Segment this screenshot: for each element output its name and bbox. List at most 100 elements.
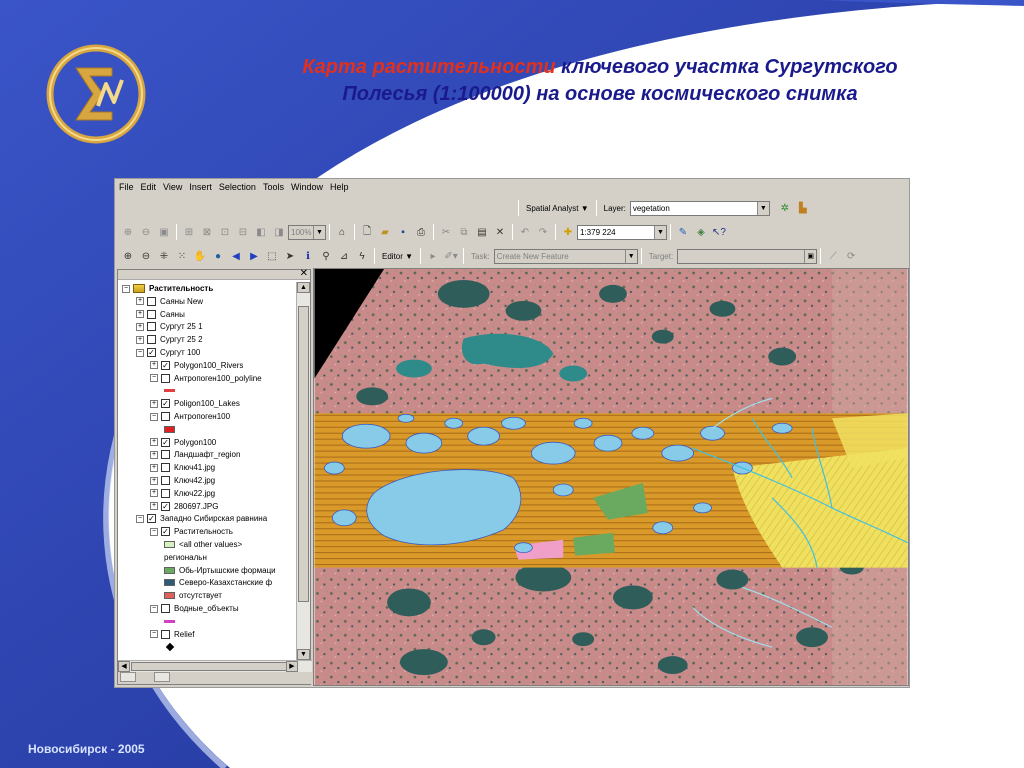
save-icon[interactable]: ▪ — [396, 225, 410, 239]
toc-horizontal-scrollbar[interactable]: ◀ ▶ — [118, 660, 312, 672]
fixed-zoom-in-icon[interactable]: ⁜ — [157, 249, 171, 263]
toggle-draft-icon[interactable]: ⌂ — [335, 225, 349, 239]
toc-row[interactable]: + Ключ42.jpg — [150, 474, 215, 487]
toc-row[interactable]: + Саяны — [136, 308, 185, 321]
fixed-zoom-out-icon[interactable]: ⁙ — [175, 249, 189, 263]
menu-window[interactable]: Window — [291, 182, 323, 192]
redo-icon[interactable]: ↷ — [536, 225, 550, 239]
toc-row[interactable]: + Ключ41.jpg — [150, 461, 215, 474]
toc-row[interactable]: − Растительность — [122, 282, 213, 295]
target-select[interactable]: ▣ — [677, 248, 818, 264]
menu-edit[interactable]: Edit — [141, 182, 157, 192]
toc-row[interactable]: − Водные_объекты — [150, 602, 239, 615]
toc-row[interactable]: + Сургут 25 2 — [136, 333, 203, 346]
menu-selection[interactable]: Selection — [219, 182, 256, 192]
layer-visibility-checkbox[interactable] — [161, 476, 170, 485]
editor-toolbar-icon[interactable]: ✎ — [676, 225, 690, 239]
expand-icon[interactable]: + — [150, 438, 158, 447]
toc-row[interactable]: − Relief — [150, 628, 194, 641]
select-features-icon[interactable]: ⬚ — [265, 249, 279, 263]
full-extent-icon[interactable]: ● — [211, 249, 225, 263]
measure-icon[interactable]: ⊿ — [337, 249, 351, 263]
layer-visibility-checkbox[interactable] — [147, 309, 156, 319]
menu-tools[interactable]: Tools — [263, 182, 284, 192]
expand-icon[interactable]: + — [150, 450, 158, 459]
layer-visibility-checkbox[interactable]: ✓ — [161, 399, 170, 409]
hyperlink-icon[interactable]: ϟ — [355, 249, 369, 263]
edit-tool-icon[interactable]: ▸ — [426, 249, 440, 263]
delete-icon[interactable]: ✕ — [493, 225, 507, 239]
layer-visibility-checkbox[interactable] — [147, 322, 156, 332]
toc-row[interactable]: региональн — [164, 551, 207, 564]
select-elements-icon[interactable]: ➤ — [283, 249, 297, 263]
zoom-whole-page-icon[interactable]: ⊞ — [182, 225, 196, 239]
toc-row[interactable]: + Сургут 25 1 — [136, 320, 203, 333]
layer-visibility-checkbox[interactable]: ✓ — [147, 514, 156, 524]
zoom-in-fixed-icon[interactable]: ⊕ — [121, 225, 135, 239]
toc-row[interactable] — [164, 384, 179, 397]
toc-row[interactable] — [164, 423, 179, 436]
rotate-tool-icon[interactable]: ⟳ — [844, 249, 858, 263]
zoom-out-icon[interactable]: ⊖ — [139, 249, 153, 263]
expand-icon[interactable]: + — [150, 463, 158, 472]
pan-hand-icon[interactable]: ✋ — [193, 249, 207, 263]
toc-row[interactable]: − Антропоген100_polyline — [150, 372, 262, 385]
editor-menu[interactable]: Editor ▼ — [382, 252, 413, 261]
toc-row[interactable]: + Ландшафт_region — [150, 448, 240, 461]
layer-visibility-checkbox[interactable] — [161, 450, 170, 460]
toc-row[interactable]: + ✓ Poligon100_Lakes — [150, 397, 240, 410]
layer-visibility-checkbox[interactable] — [161, 629, 170, 639]
toc-row[interactable] — [164, 615, 179, 628]
menu-insert[interactable]: Insert — [189, 182, 212, 192]
split-tool-icon[interactable]: ⟋ — [826, 249, 840, 263]
toc-row[interactable]: + Ключ22.jpg — [150, 487, 215, 500]
task-select[interactable]: Create New Feature ▼ — [493, 248, 638, 264]
expand-icon[interactable]: + — [150, 502, 158, 511]
toc-row[interactable]: отсутствует — [164, 589, 222, 602]
layer-visibility-checkbox[interactable]: ✓ — [161, 527, 170, 537]
toc-row[interactable]: − Антропоген100 — [150, 410, 230, 423]
expand-icon[interactable]: + — [150, 399, 158, 408]
toc-row[interactable]: − ✓ Западно Сибирская равнина — [136, 512, 267, 525]
chevron-down-icon[interactable]: ▣ — [804, 249, 817, 263]
open-icon[interactable]: ▰ — [378, 225, 392, 239]
zoom-percent-select[interactable]: 100% ▼ — [288, 224, 326, 240]
forward-extent-icon[interactable]: ◨ — [272, 225, 286, 239]
zoom-in-icon[interactable]: ⊕ — [121, 249, 135, 263]
collapse-icon[interactable]: − — [150, 374, 158, 383]
toc-row[interactable]: − ✓ Сургут 100 — [136, 346, 200, 359]
toc-vertical-scrollbar[interactable]: ▲ ▼ — [296, 282, 310, 660]
new-document-icon[interactable]: 🗋 — [360, 225, 374, 239]
layer-visibility-checkbox[interactable]: ✓ — [161, 360, 170, 370]
expand-icon[interactable]: + — [136, 335, 144, 344]
paste-icon[interactable]: ▤ — [475, 225, 489, 239]
scroll-left-icon[interactable]: ◀ — [118, 661, 130, 672]
expand-icon[interactable]: + — [150, 476, 158, 485]
layer-visibility-checkbox[interactable]: ✓ — [147, 348, 156, 357]
layer-visibility-checkbox[interactable] — [161, 463, 170, 473]
toc-row[interactable] — [164, 640, 177, 653]
layer-visibility-checkbox[interactable]: ✓ — [161, 437, 170, 447]
layer-visibility-checkbox[interactable] — [161, 412, 170, 421]
tab-display[interactable] — [120, 672, 136, 682]
chevron-down-icon[interactable]: ▼ — [654, 225, 666, 239]
expand-icon[interactable]: + — [136, 322, 144, 331]
collapse-icon[interactable]: − — [150, 604, 158, 613]
pan-icon[interactable]: ▣ — [157, 225, 171, 239]
scroll-right-icon[interactable]: ▶ — [286, 661, 298, 672]
layer-visibility-checkbox[interactable] — [161, 373, 170, 383]
fixed-zoom-out-icon[interactable]: ⊟ — [236, 225, 250, 239]
zoom-100-icon[interactable]: ⊠ — [200, 225, 214, 239]
scrollbar-thumb[interactable] — [131, 662, 287, 671]
toc-row[interactable]: + ✓ Polygon100_Rivers — [150, 359, 243, 372]
layer-visibility-checkbox[interactable] — [147, 296, 156, 306]
expand-icon[interactable]: + — [136, 297, 144, 306]
toc-row[interactable]: + Саяны New — [136, 295, 203, 308]
expand-icon[interactable]: + — [150, 361, 158, 370]
menu-help[interactable]: Help — [330, 182, 349, 192]
find-icon[interactable]: ⚲ — [319, 249, 333, 263]
layer-visibility-checkbox[interactable] — [161, 604, 170, 613]
collapse-icon[interactable]: − — [136, 514, 144, 523]
back-extent-icon[interactable]: ◧ — [254, 225, 268, 239]
histogram-icon[interactable]: ▙ — [796, 201, 810, 215]
